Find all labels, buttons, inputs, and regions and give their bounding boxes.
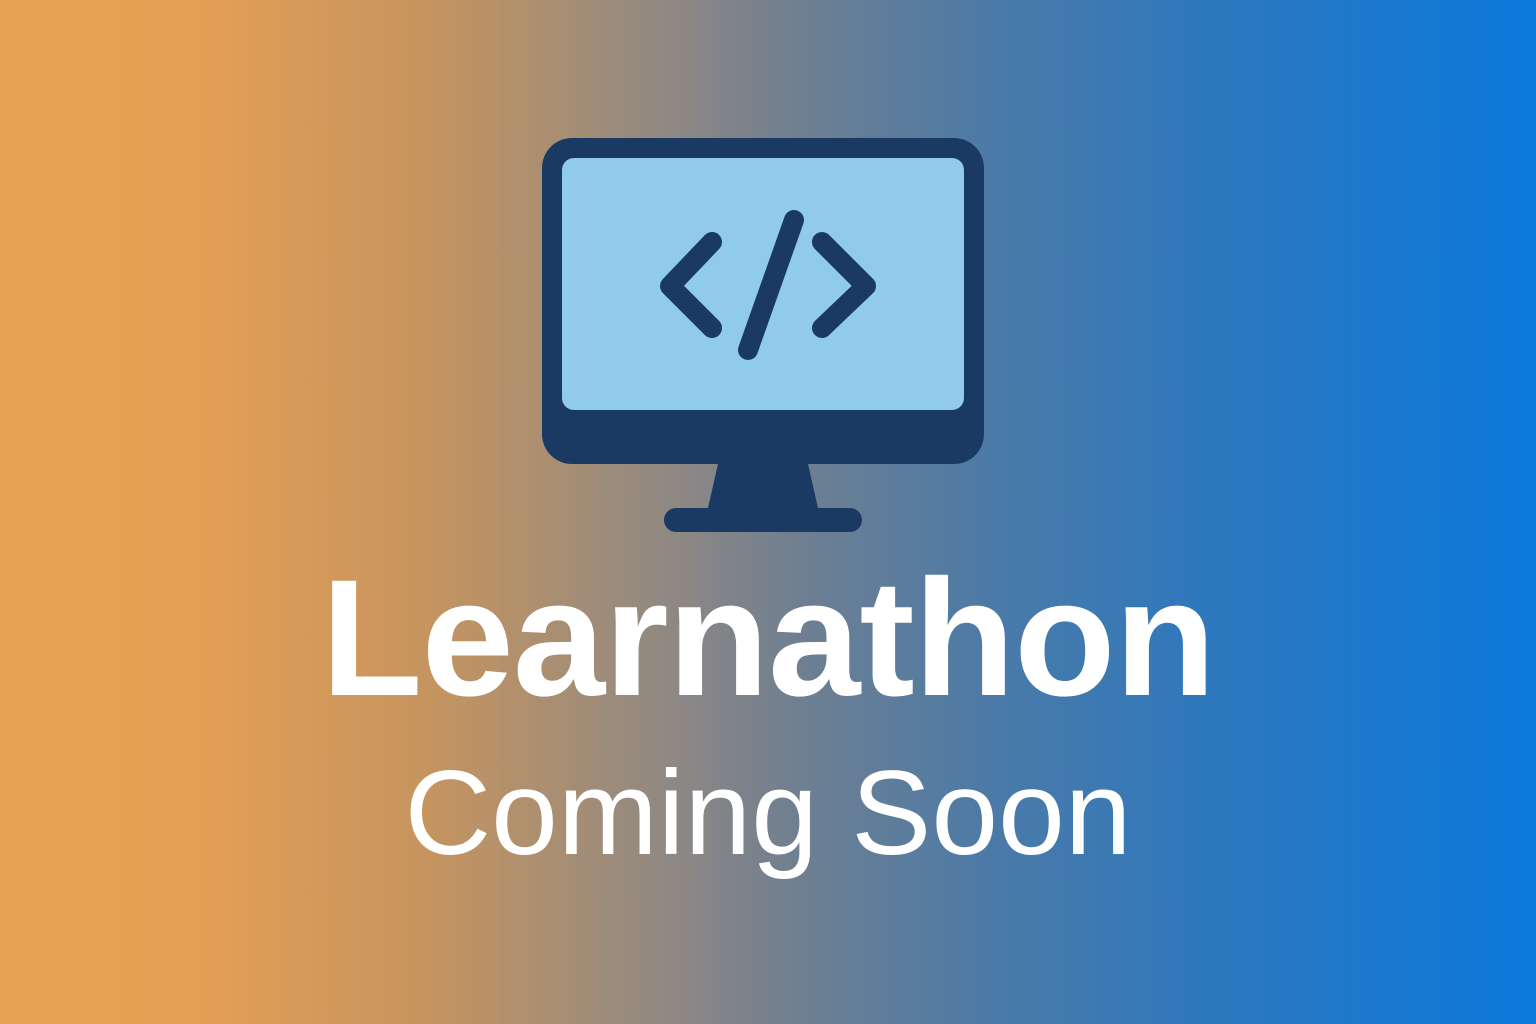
page-subtitle: Coming Soon <box>404 746 1132 880</box>
coming-soon-banner: Learnathon Coming Soon <box>0 0 1536 1024</box>
monitor-base <box>664 508 862 532</box>
monitor-code-icon <box>542 138 984 532</box>
page-title: Learnathon <box>321 546 1216 731</box>
monitor-stand <box>708 464 818 508</box>
